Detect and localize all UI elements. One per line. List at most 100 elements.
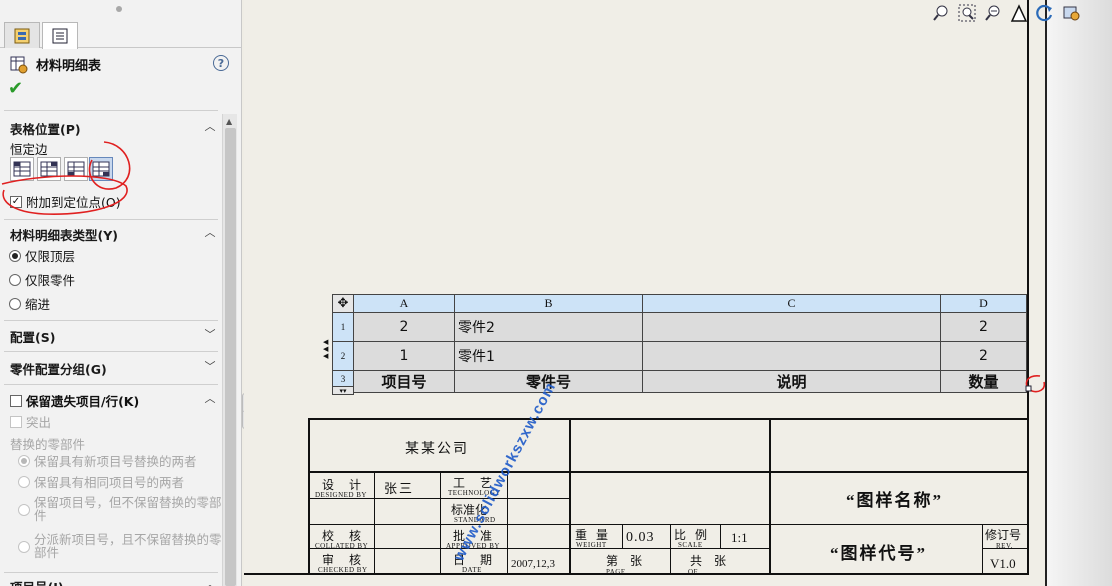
radio-label: 仅限顶层 [25,249,76,264]
column-header[interactable]: C [643,294,941,313]
scrollbar-thumb[interactable] [225,128,236,586]
designed-label-en: DESIGNED BY [315,491,367,499]
scale-label-en: SCALE [678,541,703,549]
drawing-name[interactable]: “图样名称” [846,486,943,511]
divider [4,110,218,111]
radio-icon[interactable] [9,297,21,310]
zoom-to-fit-icon[interactable] [930,2,952,24]
bom-cell-part[interactable]: 零件2 [455,313,643,342]
strikeout-checkbox[interactable]: 突出 [10,412,51,431]
section-table-position[interactable]: 表格位置(P) [10,119,81,138]
row-number[interactable]: 1 [332,313,354,342]
divider [4,351,218,352]
table-row[interactable]: 2 零件2 2 [354,313,1027,342]
bom-cell-qty[interactable]: 2 [941,342,1027,371]
column-header[interactable]: A [354,294,455,313]
zoom-in-out-icon[interactable] [982,2,1004,24]
radio-icon[interactable] [18,475,30,488]
section-item-numbers[interactable]: 项目号(I) [10,577,64,586]
view-settings-icon[interactable] [1060,2,1082,24]
company-name[interactable]: 某某公司 [405,438,469,458]
heads-up-view-toolbar [930,2,1082,24]
radio-label: 缩进 [25,297,51,312]
zoom-area-icon[interactable] [956,2,978,24]
expand-chevron-icon[interactable]: ﹀ [204,328,216,341]
radio-selected-icon[interactable] [9,249,21,262]
table-row[interactable]: 1 零件1 2 [354,342,1027,371]
ok-check-icon[interactable]: ✔ [8,80,23,98]
strikeout-label: 突出 [26,415,52,430]
radio-keep-both-new-number[interactable]: 保留具有新项目号替换的两者 [18,451,197,470]
bom-cell-desc[interactable] [643,313,941,342]
red-annotation-marks [1,141,131,215]
radio-top-level-only[interactable]: 仅限顶层 [9,246,75,265]
radio-keep-both-same-number[interactable]: 保留具有相同项目号的两者 [18,472,184,491]
scroll-up-arrow-icon[interactable]: ▲ [226,117,232,126]
divider [4,219,218,220]
bom-cell-item[interactable]: 1 [354,342,455,371]
title-block[interactable]: 某某公司 设 计 DESIGNED BY 张三 工 艺 TECHNOLOGY 标… [308,418,1029,576]
bom-cell-item[interactable]: 2 [354,313,455,342]
bom-cell-item[interactable]: 项目号 [354,371,455,393]
section-configurations[interactable]: 配置(S) [10,327,55,346]
bom-cell-qty[interactable]: 数量 [941,371,1027,393]
page-label-en: PAGE [606,568,626,576]
radio-label: 保留项目号，但不保留替换的零部件 [34,495,222,523]
checkbox-icon[interactable] [10,415,22,428]
collapse-chevron-icon[interactable]: ︿ [204,120,216,133]
radio-keep-number-drop-replaced[interactable]: 保留项目号，但不保留替换的零部件 [18,496,222,522]
panel-grip[interactable] [116,6,122,12]
collapse-chevron-icon[interactable]: ︿ [204,226,216,239]
red-anchor-annotation [1025,375,1046,393]
table-row[interactable]: 项目号 零件号 说明 数量 [354,371,1027,393]
date-label-en: DATE [462,566,482,574]
radio-new-number-drop-replaced[interactable]: 分派新项目号，且不保留替换的零部件 [18,533,222,559]
section-bom-type[interactable]: 材料明细表类型(Y) [10,225,118,244]
expand-chevron-icon[interactable]: ﹀ [204,360,216,373]
tab-property-manager[interactable] [42,22,78,49]
collapse-chevron-icon[interactable]: ︿ [204,392,216,405]
bom-cell-part[interactable]: 零件1 [455,342,643,371]
radio-selected-icon[interactable] [18,454,30,467]
weight-value[interactable]: 0.03 [626,530,655,546]
scale-value[interactable]: 1:1 [731,530,748,546]
bom-cell-desc[interactable]: 说明 [643,371,941,393]
pan-icon[interactable] [1008,2,1030,24]
tab-feature-manager[interactable] [4,22,40,48]
help-icon[interactable]: ? [213,55,229,71]
table-expand-arrows-icon[interactable]: ▾▾ [332,387,354,395]
row-drag-handle-icon[interactable]: ◀ ◀ ◀ [323,339,333,367]
row-number[interactable]: 2 [332,342,354,371]
designer-name[interactable]: 张三 [384,478,414,497]
bom-cell-qty[interactable]: 2 [941,313,1027,342]
radio-label: 分派新项目号，且不保留替换的零部件 [34,532,222,560]
collated-label-en: COLLATED BY [315,542,369,550]
keep-missing-checkbox[interactable]: 保留遗失项目/行(K) [10,391,139,410]
panel-scrollbar[interactable]: ▲ [222,114,237,586]
bom-cell-desc[interactable] [643,342,941,371]
page-label: 第 张 [606,554,645,568]
table-move-handle-icon[interactable]: ✥ [332,294,354,313]
bom-column-header-row: A B C D [354,294,1027,313]
date-value[interactable]: 2007,12,3 [511,558,555,570]
bom-table-icon [10,56,28,73]
weight-label-en: WEIGHT [576,541,607,549]
panel-header: 材料明细表 [10,55,101,74]
radio-indented[interactable]: 缩进 [9,294,50,313]
checkbox-icon[interactable] [10,394,22,407]
column-header[interactable]: B [455,294,643,313]
collapse-chevron-icon[interactable]: ︿ [204,578,216,586]
radio-icon[interactable] [18,541,30,553]
divider [4,320,218,321]
rotate-icon[interactable] [1034,2,1056,24]
drawing-code[interactable]: “图样代号” [830,539,927,564]
section-part-config-grouping[interactable]: 零件配置分组(G) [10,359,107,378]
solidworks-window: 材料明细表 ? ✔ 表格位置(P) ︿ 恒定边 ✓ 附加到定位点(O) 材料明细… [0,0,1112,586]
radio-icon[interactable] [18,504,30,516]
column-header[interactable]: D [941,294,1027,313]
radio-parts-only[interactable]: 仅限零件 [9,270,75,289]
of-label: 共 张 [690,554,729,568]
row-number[interactable]: 3 [332,371,354,387]
revision-value[interactable]: V1.0 [990,556,1016,572]
radio-icon[interactable] [9,273,21,286]
